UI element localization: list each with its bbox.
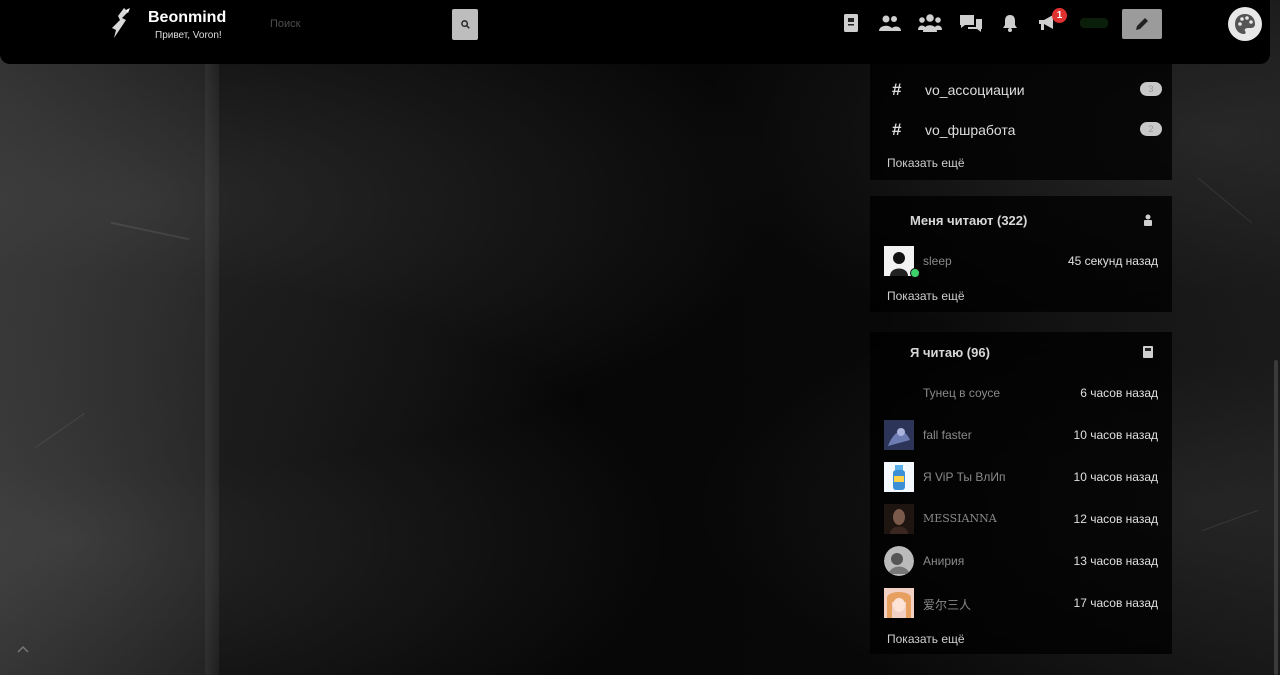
notification-badge: 1 xyxy=(1052,8,1067,23)
tags-block: # vo_ассоциации 3 # vo_фшработа 2 Показа… xyxy=(870,64,1172,180)
background-texture xyxy=(205,64,219,675)
right-sidebar: # vo_ассоциации 3 # vo_фшработа 2 Показа… xyxy=(870,64,1172,675)
following-row[interactable]: 爱尔三人 17 часов назад xyxy=(870,588,1172,622)
last-seen-time: 10 часов назад xyxy=(1073,470,1158,484)
last-seen-time: 12 часов назад xyxy=(1073,512,1158,526)
messages-icon[interactable] xyxy=(959,12,983,34)
last-seen-time: 13 часов назад xyxy=(1073,554,1158,568)
notebook-icon[interactable] xyxy=(839,12,863,34)
tag-item[interactable]: # vo_ассоциации 3 xyxy=(870,72,1172,112)
followers-title[interactable]: Меня читают (322) xyxy=(910,213,1027,228)
tag-item[interactable]: # vo_фшработа 2 xyxy=(870,112,1172,152)
background-texture xyxy=(110,221,190,241)
avatar[interactable] xyxy=(884,504,914,534)
status-indicator xyxy=(1080,18,1108,28)
tags-show-more-link[interactable]: Показать ещё xyxy=(887,156,965,170)
followers-show-more-link[interactable]: Показать ещё xyxy=(887,289,965,303)
search-icon xyxy=(460,20,470,29)
follower-row[interactable]: sleep 45 секунд назад xyxy=(870,246,1172,280)
user-name[interactable]: Я ViP Ты ВлИп xyxy=(923,470,1005,484)
user-name[interactable]: MESSIANNA xyxy=(923,512,997,525)
scroll-up-icon[interactable] xyxy=(16,644,30,654)
last-seen-time: 6 часов назад xyxy=(1080,386,1158,400)
brand-name[interactable]: Beonmind xyxy=(148,9,226,27)
following-row[interactable]: Я ViP Ты ВлИп 10 часов назад xyxy=(870,462,1172,496)
tag-label: vo_ассоциации xyxy=(925,82,1025,98)
page-scrollbar[interactable] xyxy=(1274,360,1278,675)
write-post-button[interactable] xyxy=(1122,9,1162,39)
last-seen-time: 17 часов назад xyxy=(1073,596,1158,610)
book-icon xyxy=(1143,346,1153,358)
palette-icon xyxy=(1235,14,1255,34)
background-texture xyxy=(1201,509,1259,532)
bell-icon[interactable] xyxy=(998,12,1022,34)
megaphone-icon[interactable]: 1 xyxy=(1035,8,1067,34)
online-indicator xyxy=(910,268,920,278)
avatar[interactable] xyxy=(884,462,914,492)
tag-count: 2 xyxy=(1140,122,1162,136)
followers-block: Меня читают (322) sleep 45 секунд назад … xyxy=(870,196,1172,312)
following-show-more-link[interactable]: Показать ещё xyxy=(887,632,965,646)
following-row[interactable]: MESSIANNA 12 часов назад xyxy=(870,504,1172,538)
tag-count: 3 xyxy=(1140,82,1162,96)
crow-logo-icon[interactable] xyxy=(108,6,134,40)
user-name[interactable]: Анирия xyxy=(923,554,964,568)
search-button[interactable] xyxy=(452,9,478,40)
top-navigation-bar: Beonmind Привет, Voron! 1 xyxy=(0,0,1270,64)
background-texture xyxy=(35,412,85,449)
greeting-text: Привет, Voron! xyxy=(155,30,222,41)
user-name[interactable]: 爱尔三人 xyxy=(923,596,971,613)
user-name[interactable]: sleep xyxy=(923,254,952,268)
tag-label: vo_фшработа xyxy=(925,122,1016,138)
search-input[interactable] xyxy=(262,9,450,39)
user-name[interactable]: fall faster xyxy=(923,428,972,442)
theme-button[interactable] xyxy=(1228,7,1262,41)
last-seen-time: 10 часов назад xyxy=(1073,428,1158,442)
following-title[interactable]: Я читаю (96) xyxy=(910,345,990,360)
hashtag-icon: # xyxy=(892,120,902,139)
following-row[interactable]: Анирия 13 часов назад xyxy=(870,546,1172,580)
hashtag-icon: # xyxy=(892,80,902,99)
avatar[interactable] xyxy=(884,378,914,408)
following-row[interactable]: fall faster 10 часов назад xyxy=(870,420,1172,454)
background-texture xyxy=(1197,177,1253,224)
avatar[interactable] xyxy=(884,420,914,450)
following-row[interactable]: Тунец в соусе 6 часов назад xyxy=(870,378,1172,412)
avatar[interactable] xyxy=(884,546,914,576)
group-icon[interactable] xyxy=(918,12,942,34)
last-seen-time: 45 секунд назад xyxy=(1067,254,1158,268)
following-block: Я читаю (96) Тунец в соусе 6 часов назад… xyxy=(870,332,1172,654)
user-name[interactable]: Тунец в соусе xyxy=(923,386,1000,400)
user-badge-icon xyxy=(1144,214,1152,226)
pencil-icon xyxy=(1136,18,1148,30)
user-icon[interactable] xyxy=(878,12,902,34)
avatar[interactable] xyxy=(884,588,914,618)
